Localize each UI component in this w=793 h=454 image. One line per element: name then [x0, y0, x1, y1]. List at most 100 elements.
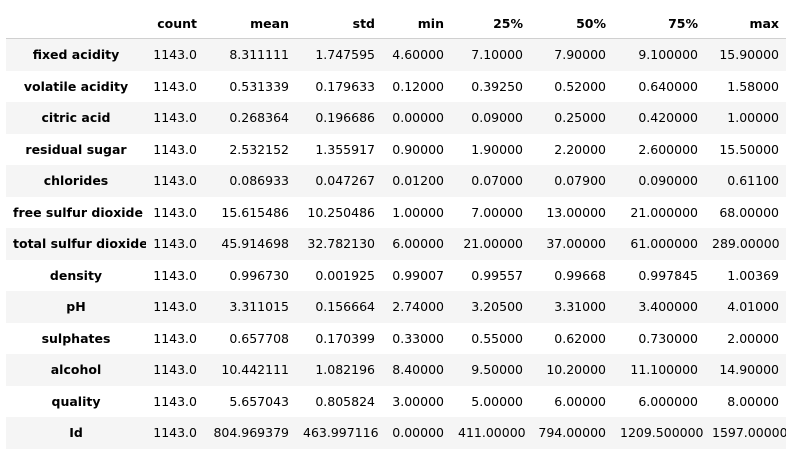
table-cell: 0.09000 — [471, 110, 523, 126]
table-cell: 0.52000 — [554, 78, 606, 94]
table-cell: 37.00000 — [546, 236, 606, 252]
table-cell: 0.640000 — [638, 78, 698, 94]
table-cell: 0.99007 — [392, 267, 444, 283]
table-cell: 0.531339 — [229, 78, 289, 94]
table-cell: 1597.00000 — [712, 425, 786, 441]
table-cell: 10.250486 — [307, 204, 375, 220]
table-cell: 0.090000 — [638, 173, 698, 189]
table-cell: 1143.0 — [153, 393, 197, 409]
table-cell: 1143.0 — [153, 330, 197, 346]
table-cell: 8.40000 — [392, 362, 444, 378]
table-cell: 0.33000 — [392, 330, 444, 346]
table-cell: 6.00000 — [392, 236, 444, 252]
table-cell: 8.311111 — [229, 47, 289, 63]
row-label: volatile acidity — [23, 78, 129, 94]
table-cell: 7.10000 — [471, 47, 523, 63]
table-row: fixed acidity 1143.0 8.311111 1.747595 4.600… — [6, 38, 786, 71]
table-cell: 9.50000 — [471, 362, 523, 378]
table-cell: 463.997116 — [303, 425, 379, 441]
table-cell: 0.996730 — [229, 267, 289, 283]
table-cell: 61.000000 — [630, 236, 698, 252]
table-cell: 0.657708 — [229, 330, 289, 346]
table-cell: 0.62000 — [554, 330, 606, 346]
table-row: total sulfur dioxide 1143.0 45.914698 32.78… — [6, 228, 786, 260]
table-cell: 794.00000 — [538, 425, 606, 441]
table-cell: 0.07900 — [554, 173, 606, 189]
table-cell: 0.12000 — [392, 78, 444, 94]
table-cell: 0.805824 — [315, 393, 375, 409]
table-cell: 15.50000 — [719, 141, 779, 157]
row-label: Id — [69, 425, 83, 441]
table-cell: 21.000000 — [630, 204, 698, 220]
table-cell: 2.20000 — [554, 141, 606, 157]
table-body: fixed acidity 1143.0 8.311111 1.747595 4.600… — [6, 38, 786, 449]
table-cell: 411.00000 — [458, 425, 526, 441]
table-cell: 5.00000 — [471, 393, 523, 409]
column-header: min — [382, 8, 451, 39]
table-cell: 0.39250 — [471, 78, 523, 94]
header-row: count mean std min 25% 50% 75% max — [6, 8, 786, 39]
table-row: quality 1143.0 5.657043 0.805824 3.00000 5.00… — [6, 385, 786, 417]
table-cell: 0.730000 — [638, 330, 698, 346]
column-header: count — [146, 8, 204, 39]
table-cell: 1143.0 — [153, 204, 197, 220]
column-header: 75% — [613, 8, 705, 39]
table-cell: 804.969379 — [213, 425, 289, 441]
table-cell: 7.90000 — [554, 47, 606, 63]
column-header: mean — [204, 8, 296, 39]
row-label: fixed acidity — [32, 47, 120, 63]
row-label: residual sugar — [25, 141, 127, 157]
table-cell: 2.600000 — [638, 141, 698, 157]
table-cell: 1.747595 — [315, 47, 375, 63]
table-cell: 1.082196 — [315, 362, 375, 378]
table-cell: 6.000000 — [638, 393, 698, 409]
row-label: total sulfur dioxide — [13, 236, 146, 252]
table-cell: 0.07000 — [471, 173, 523, 189]
table-cell: 1143.0 — [153, 173, 197, 189]
table-cell: 0.00000 — [392, 425, 444, 441]
table-cell: 8.00000 — [727, 393, 779, 409]
table-cell: 10.442111 — [221, 362, 289, 378]
table-cell: 32.782130 — [307, 236, 375, 252]
row-label: free sulfur dioxide — [13, 204, 143, 220]
table-row: density 1143.0 0.996730 0.001925 0.99007 0.99… — [6, 259, 786, 291]
row-label: alcohol — [50, 362, 102, 378]
table-cell: 7.00000 — [471, 204, 523, 220]
table-cell: 2.532152 — [229, 141, 289, 157]
table-cell: 0.179633 — [315, 78, 375, 94]
table-cell: 1143.0 — [153, 236, 197, 252]
row-label: density — [49, 267, 103, 283]
column-header: 50% — [530, 8, 613, 39]
table-cell: 3.400000 — [638, 299, 698, 315]
table-cell: 9.100000 — [638, 47, 698, 63]
column-header: 25% — [451, 8, 530, 39]
table-cell: 1.355917 — [315, 141, 375, 157]
table-cell: 0.25000 — [554, 110, 606, 126]
index-header-corner — [6, 8, 146, 39]
table-cell: 3.20500 — [471, 299, 523, 315]
table-cell: 1.58000 — [727, 78, 779, 94]
table-cell: 1143.0 — [153, 362, 197, 378]
describe-output: count mean std min 25% 50% 75% max fixed acidit… — [6, 8, 786, 449]
table-cell: 0.420000 — [638, 110, 698, 126]
column-header: std — [296, 8, 382, 39]
table-cell: 0.086933 — [229, 173, 289, 189]
row-label: chlorides — [43, 173, 109, 189]
table-cell: 1.00000 — [727, 110, 779, 126]
table-cell: 11.100000 — [630, 362, 698, 378]
table-cell: 1143.0 — [153, 78, 197, 94]
table-cell: 1143.0 — [153, 267, 197, 283]
table-cell: 1143.0 — [153, 141, 197, 157]
table-cell: 3.00000 — [392, 393, 444, 409]
table-cell: 21.00000 — [463, 236, 523, 252]
table-row: free sulfur dioxide 1143.0 15.615486 10.250… — [6, 196, 786, 228]
table-row: alcohol 1143.0 10.442111 1.082196 8.40000 9.5… — [6, 354, 786, 386]
table-cell: 0.90000 — [392, 141, 444, 157]
table-cell: 0.997845 — [638, 267, 698, 283]
table-cell: 3.31000 — [554, 299, 606, 315]
table-cell: 0.01200 — [392, 173, 444, 189]
table-cell: 2.00000 — [727, 330, 779, 346]
table-cell: 3.311015 — [229, 299, 289, 315]
table-cell: 45.914698 — [221, 236, 289, 252]
table-cell: 15.615486 — [221, 204, 289, 220]
